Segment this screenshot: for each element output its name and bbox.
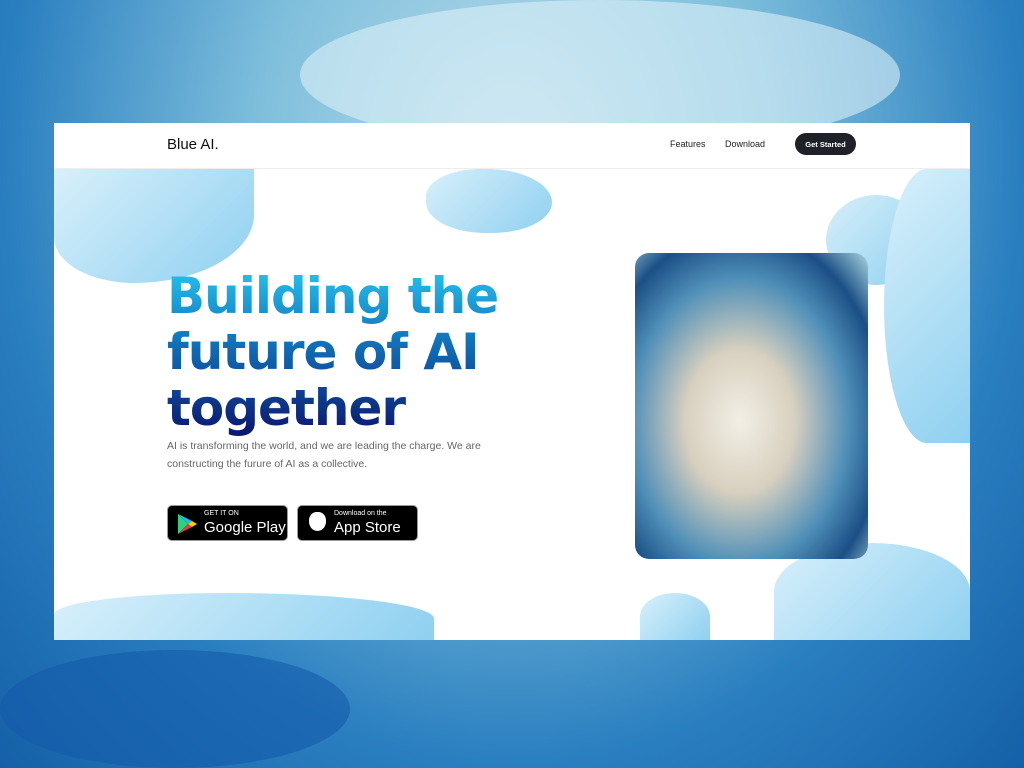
nav-link-features[interactable]: Features [670,139,706,149]
leopard-image [635,253,868,559]
logo[interactable]: Blue AI. [167,136,219,153]
google-play-large: Google Play [204,519,286,536]
google-play-icon [178,514,197,534]
background-swirl [0,650,350,768]
apple-icon [309,512,326,531]
google-play-small: GET IT ON [204,510,239,517]
hero-description: AI is transforming the world, and we are… [167,440,481,470]
decorative-blob [884,169,970,443]
hero-title: Building the future of AI together [167,268,567,436]
decorative-blob [640,593,710,640]
navbar: Blue AI. Features Download Get Started [54,123,970,169]
hero-title-line: future of AI [167,323,479,381]
decorative-blob [426,169,552,233]
nav-link-download[interactable]: Download [725,139,765,149]
get-started-button[interactable]: Get Started [795,133,856,155]
hero-title-line: Building the [167,267,499,325]
app-store-large: App Store [334,519,401,536]
landing-page: Blue AI. Features Download Get Started B… [54,123,970,640]
hero-title-line: together [167,379,406,437]
app-store-small: Download on the [334,510,387,517]
app-store-button[interactable]: Download on the App Store [297,505,418,541]
google-play-button[interactable]: GET IT ON Google Play [167,505,288,541]
decorative-blob [54,593,434,640]
decorative-blob [54,169,254,283]
